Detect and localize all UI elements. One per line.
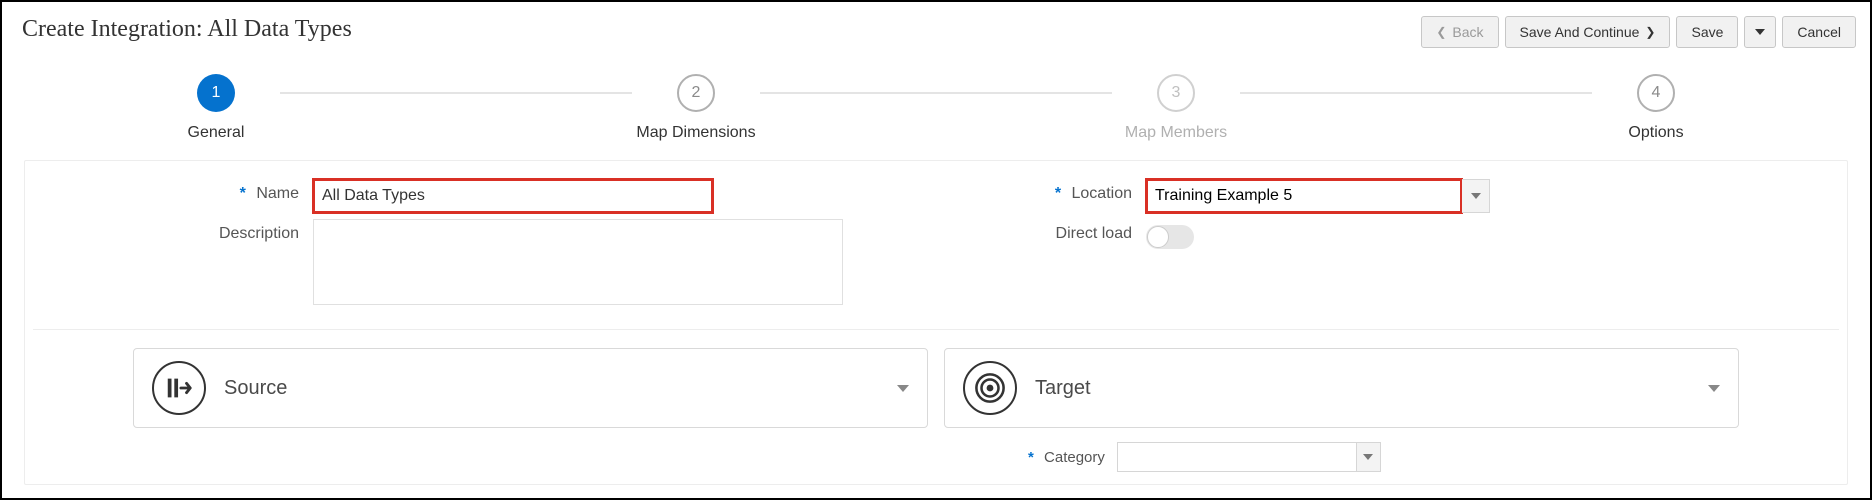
description-label: Description (33, 219, 313, 243)
save-button[interactable]: Save (1676, 16, 1738, 48)
step-label: Map Members (1125, 124, 1227, 142)
form-block: * Name Description * Location (24, 160, 1848, 485)
caret-down-icon (1363, 454, 1373, 460)
step-connector (1240, 92, 1592, 94)
direct-load-label: Direct load (936, 219, 1146, 243)
app-frame: Create Integration: All Data Types ❮ Bac… (0, 0, 1872, 500)
form-col-left: * Name Description (33, 179, 936, 311)
direct-load-toggle[interactable] (1146, 225, 1194, 249)
step-label: Map Dimensions (636, 124, 755, 142)
cancel-button[interactable]: Cancel (1782, 16, 1856, 48)
required-icon: * (240, 185, 246, 202)
save-label: Save (1691, 24, 1723, 40)
save-continue-label: Save And Continue (1520, 24, 1640, 40)
step-general[interactable]: 1 General (156, 74, 276, 142)
page-title: Create Integration: All Data Types (16, 16, 352, 43)
target-glyph-icon (973, 371, 1007, 405)
step-options[interactable]: 4 Options (1596, 74, 1716, 142)
step-label: Options (1628, 124, 1683, 142)
button-bar: ❮ Back Save And Continue ❯ Save Cancel (1421, 16, 1856, 48)
category-label: * Category (1028, 449, 1105, 466)
caret-down-icon (1708, 385, 1720, 392)
target-card[interactable]: Target (944, 348, 1739, 428)
source-card-title: Source (224, 377, 879, 400)
required-icon: * (1028, 449, 1034, 466)
category-combo (1117, 442, 1381, 472)
field-description: Description (33, 219, 936, 305)
description-label-text: Description (219, 225, 299, 242)
header-row: Create Integration: All Data Types ❮ Bac… (16, 16, 1856, 48)
field-name: * Name (33, 179, 936, 213)
step-map-members[interactable]: 3 Map Members (1116, 74, 1236, 142)
step-connector (760, 92, 1112, 94)
required-icon: * (1055, 185, 1061, 202)
field-location: * Location (936, 179, 1839, 213)
wizard-stepper: 1 General 2 Map Dimensions 3 Map Members… (156, 74, 1716, 142)
cancel-label: Cancel (1797, 24, 1841, 40)
name-input[interactable] (313, 179, 713, 213)
field-direct-load: Direct load (936, 219, 1839, 249)
location-combo (1146, 179, 1490, 213)
name-label: * Name (33, 179, 313, 203)
toggle-knob (1147, 226, 1169, 248)
card-col-source: Source (133, 348, 928, 472)
target-icon (963, 361, 1017, 415)
cards-row: Source Target (33, 348, 1839, 472)
source-icon (152, 361, 206, 415)
direct-load-label-text: Direct load (1056, 225, 1132, 242)
category-input[interactable] (1117, 442, 1357, 472)
chevron-right-icon: ❯ (1645, 25, 1655, 39)
step-connector (280, 92, 632, 94)
back-button[interactable]: ❮ Back (1421, 16, 1498, 48)
location-label-text: Location (1072, 185, 1133, 202)
caret-down-icon (1755, 29, 1765, 35)
caret-down-icon (1471, 193, 1481, 199)
divider (33, 329, 1839, 330)
step-number: 4 (1637, 74, 1675, 112)
description-input[interactable] (313, 219, 843, 305)
category-label-text: Category (1044, 449, 1105, 466)
chevron-left-icon: ❮ (1436, 25, 1446, 39)
card-col-target: Target * Category (944, 348, 1739, 472)
save-continue-button[interactable]: Save And Continue ❯ (1505, 16, 1671, 48)
step-number: 2 (677, 74, 715, 112)
caret-down-icon (897, 385, 909, 392)
step-label: General (188, 124, 245, 142)
category-row: * Category (944, 428, 1739, 472)
form-col-right: * Location Direct load (936, 179, 1839, 311)
form-row-top: * Name Description * Location (33, 179, 1839, 311)
location-dropdown-button[interactable] (1462, 179, 1490, 213)
location-label: * Location (936, 179, 1146, 203)
name-label-text: Name (256, 185, 299, 202)
step-number: 3 (1157, 74, 1195, 112)
location-input[interactable] (1146, 179, 1462, 213)
source-card[interactable]: Source (133, 348, 928, 428)
category-dropdown-button[interactable] (1357, 442, 1381, 472)
save-menu-button[interactable] (1744, 16, 1776, 48)
source-glyph-icon (164, 373, 194, 403)
back-button-label: Back (1452, 24, 1483, 40)
step-number: 1 (197, 74, 235, 112)
target-card-title: Target (1035, 377, 1690, 400)
step-map-dimensions[interactable]: 2 Map Dimensions (636, 74, 756, 142)
